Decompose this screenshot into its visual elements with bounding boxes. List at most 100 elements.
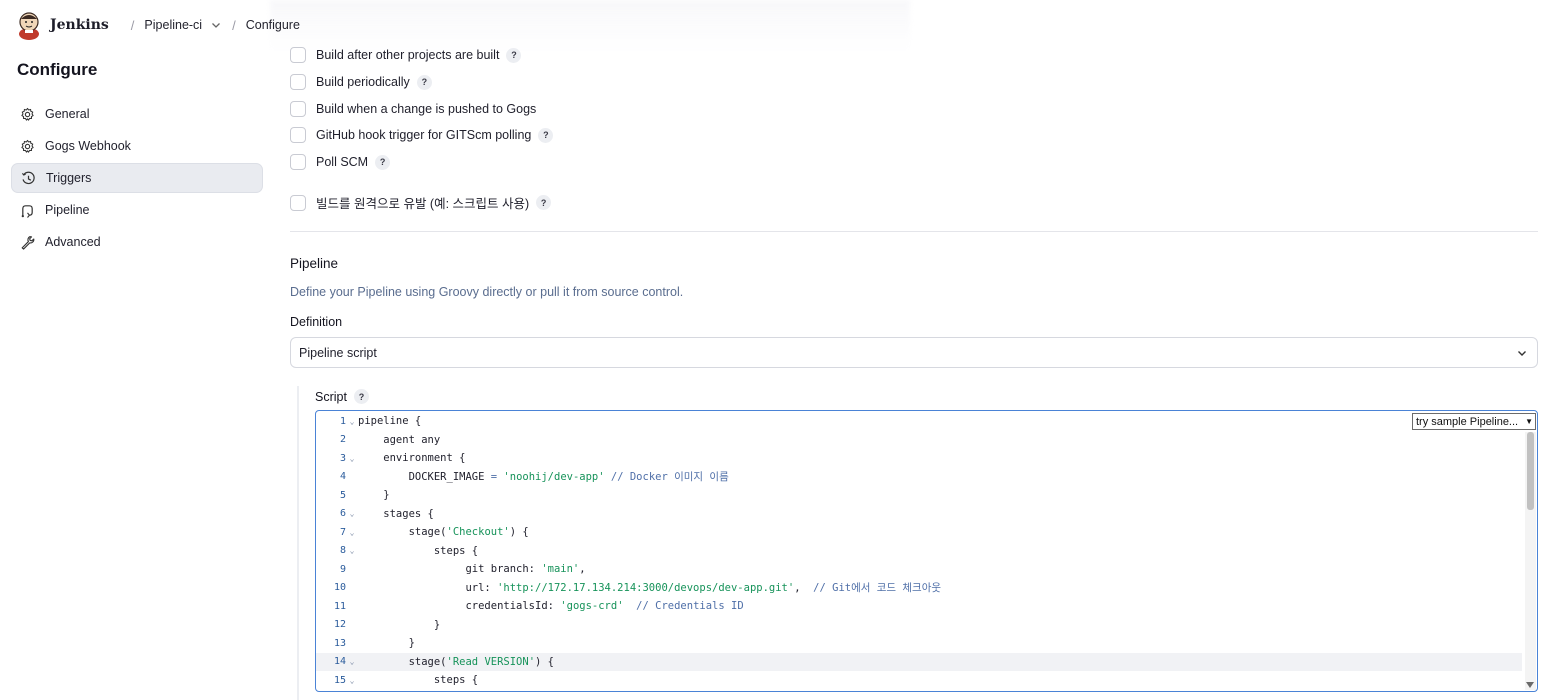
sample-pipeline-select-value: try sample Pipeline... (1416, 415, 1519, 428)
fold-chevron-icon[interactable]: ⌄ (346, 657, 358, 666)
code-line[interactable]: 14 ⌄ stage('Read VERSION') { (316, 652, 1522, 671)
checkbox-label[interactable]: Build after other projects are built (316, 48, 499, 62)
chevron-down-icon[interactable] (210, 19, 222, 31)
checkbox-label[interactable]: GitHub hook trigger for GITScm polling (316, 128, 531, 142)
code-string: 'gogs-crd' (560, 600, 624, 613)
code-comment: // Git에서 코드 체크아웃 (813, 582, 942, 595)
code-token: stages { (358, 507, 434, 520)
code-line[interactable]: 15 ⌄ steps { (316, 671, 1522, 690)
scroll-down-arrow-icon[interactable] (1526, 682, 1534, 688)
jenkins-brand[interactable]: Jenkins (50, 17, 109, 33)
code-text: stage('Read VERSION') { (358, 656, 554, 668)
breadcrumb-separator: / (232, 17, 236, 33)
gear-icon (21, 139, 34, 153)
code-text: } (358, 489, 390, 502)
code-line[interactable]: 9 git branch: 'main', (316, 560, 1522, 579)
help-icon[interactable]: ? (538, 127, 554, 143)
trigger-option-github-hook: GitHub hook trigger for GITScm polling ? (290, 127, 554, 143)
fold-chevron-icon[interactable]: ⌄ (346, 454, 358, 463)
line-number: 14 (333, 656, 346, 668)
sidebar-item-label: Triggers (46, 171, 92, 185)
sidebar-item-label: Advanced (45, 235, 101, 249)
checkbox-label[interactable]: 빌드를 원격으로 유발 (예: 스크립트 사용) (316, 193, 529, 212)
pipeline-icon (21, 204, 33, 218)
code-line[interactable]: 11 credentialsId: 'gogs-crd' // Credenti… (316, 597, 1522, 616)
line-number: 2 (339, 434, 346, 446)
code-comment: // Docker 이미지 이름 (604, 471, 729, 484)
sidebar-item-label: Pipeline (45, 203, 90, 217)
script-editor[interactable]: 15 ⌄ steps {14 ⌄ stage('Read VERSION') {13… (315, 410, 1538, 692)
code-line[interactable]: 1 ⌄ pipeline { (316, 412, 1522, 431)
code-line[interactable]: 5 } (316, 486, 1522, 505)
code-token: credentialsId: (358, 600, 561, 613)
jenkins-logo-icon[interactable] (16, 10, 42, 40)
line-number: 4 (339, 471, 346, 483)
help-icon[interactable]: ? (353, 389, 369, 404)
fold-chevron-icon[interactable]: ⌄ (346, 528, 358, 537)
code-token: environment { (358, 452, 466, 465)
line-number: 10 (333, 582, 346, 594)
code-line[interactable]: 2 agent any (316, 431, 1522, 450)
clock-icon (21, 171, 35, 184)
definition-select-value: Pipeline script (299, 345, 377, 360)
script-label: Script (315, 389, 347, 404)
code-line[interactable]: 8 ⌄ steps { (316, 542, 1522, 561)
code-string: 'main' (541, 563, 580, 576)
sidebar-item-pipeline[interactable]: Pipeline (11, 195, 263, 225)
fold-chevron-icon[interactable]: ⌄ (346, 417, 358, 426)
trigger-option-build-after-other: Build after other projects are built ? (290, 47, 522, 63)
pipeline-section-description: Define your Pipeline using Groovy direct… (290, 285, 684, 299)
code-string: 'noohij/dev-app' (503, 471, 605, 484)
line-number: 8 (339, 545, 346, 557)
sidebar-item-general[interactable]: General (11, 99, 263, 129)
definition-select[interactable]: Pipeline script (290, 337, 1538, 368)
sidebar-item-triggers[interactable]: Triggers (11, 163, 263, 193)
line-number: 3 (339, 452, 346, 464)
help-icon[interactable]: ? (506, 47, 522, 63)
code-text: steps { (358, 545, 478, 557)
fold-chevron-icon[interactable]: ⌄ (346, 509, 358, 518)
line-number: 5 (339, 489, 346, 501)
code-text: stage('Checkout') { (358, 526, 529, 538)
code-line[interactable]: 13 } (316, 634, 1522, 653)
code-text: } (358, 637, 415, 649)
fold-chevron-icon[interactable]: ⌄ (346, 676, 358, 685)
code-token: ) { (509, 526, 529, 539)
code-line[interactable]: 4 DOCKER_IMAGE = 'noohij/dev-app' // Doc… (316, 468, 1522, 487)
code-string: 'Read VERSION' (446, 655, 536, 668)
checkbox[interactable] (290, 47, 306, 63)
checkbox-label[interactable]: Build when a change is pushed to Gogs (316, 102, 536, 116)
checkbox[interactable] (290, 101, 306, 117)
code-line[interactable]: 6 ⌄ stages { (316, 505, 1522, 524)
code-text: environment { (358, 452, 465, 464)
section-divider (290, 231, 1538, 232)
sample-pipeline-select[interactable]: try sample Pipeline... ▼ (1412, 413, 1536, 430)
help-icon[interactable]: ? (536, 195, 552, 210)
trigger-option-gogs-push: Build when a change is pushed to Gogs (290, 101, 536, 117)
code-line[interactable]: 10 url: 'http://172.17.134.214:3000/devo… (316, 579, 1522, 598)
sidebar-item-advanced[interactable]: Advanced (11, 227, 263, 257)
code-token: } (358, 489, 390, 502)
line-number: 11 (333, 600, 346, 612)
help-icon[interactable]: ? (416, 74, 432, 90)
breadcrumb-separator: / (130, 17, 135, 33)
checkbox[interactable] (290, 127, 306, 143)
sidebar-item-gogs-webhook[interactable]: Gogs Webhook (11, 131, 263, 161)
editor-scrollbar-thumb[interactable] (1527, 432, 1534, 510)
checkbox-label[interactable]: Build periodically (316, 75, 410, 89)
checkbox[interactable] (290, 194, 306, 211)
help-icon[interactable]: ? (375, 154, 391, 170)
code-text: git branch: 'main', (358, 563, 586, 576)
checkbox-label[interactable]: Poll SCM (316, 155, 368, 169)
code-token: , (579, 563, 586, 576)
code-line[interactable]: 12 } (316, 616, 1522, 635)
code-line[interactable]: 3 ⌄ environment { (316, 449, 1522, 468)
code-line[interactable]: 7 ⌄ stage('Checkout') { (316, 523, 1522, 542)
breadcrumb-pipeline-ci[interactable]: Pipeline-ci (144, 18, 202, 32)
line-number: 13 (333, 637, 346, 649)
checkbox[interactable] (290, 154, 306, 170)
fold-chevron-icon[interactable]: ⌄ (346, 546, 358, 555)
checkbox[interactable] (290, 74, 306, 90)
script-label-row: Script ? (315, 389, 369, 404)
